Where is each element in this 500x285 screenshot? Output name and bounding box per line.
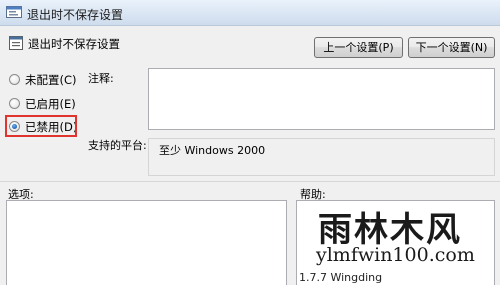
highlight-annotation <box>5 115 77 137</box>
radio-label[interactable]: 未配置(C) <box>25 72 77 88</box>
platform-field: 至少 Windows 2000 <box>148 138 495 176</box>
next-setting-button[interactable]: 下一个设置(N) <box>408 37 495 58</box>
platform-label: 支持的平台: <box>88 139 147 152</box>
platform-value: 至少 Windows 2000 <box>159 144 266 157</box>
section-divider <box>0 181 500 182</box>
policy-document-icon <box>9 36 23 50</box>
radio-circle[interactable] <box>9 74 20 85</box>
title-bar: 退出时不保存设置 <box>0 0 500 26</box>
watermark-url: ylmfwin100.com <box>316 244 475 266</box>
comment-label: 注释: <box>88 72 114 85</box>
radio-circle[interactable] <box>9 98 20 109</box>
window-title: 退出时不保存设置 <box>27 8 124 22</box>
previous-setting-button[interactable]: 上一个设置(P) <box>314 37 403 58</box>
setting-name: 退出时不保存设置 <box>28 37 120 51</box>
group-policy-icon <box>6 6 22 18</box>
options-panel <box>6 200 287 285</box>
radio-label[interactable]: 已启用(E) <box>25 96 76 112</box>
help-text: 1.7.7 Wingding <box>299 271 383 284</box>
comment-textarea[interactable] <box>148 68 495 130</box>
